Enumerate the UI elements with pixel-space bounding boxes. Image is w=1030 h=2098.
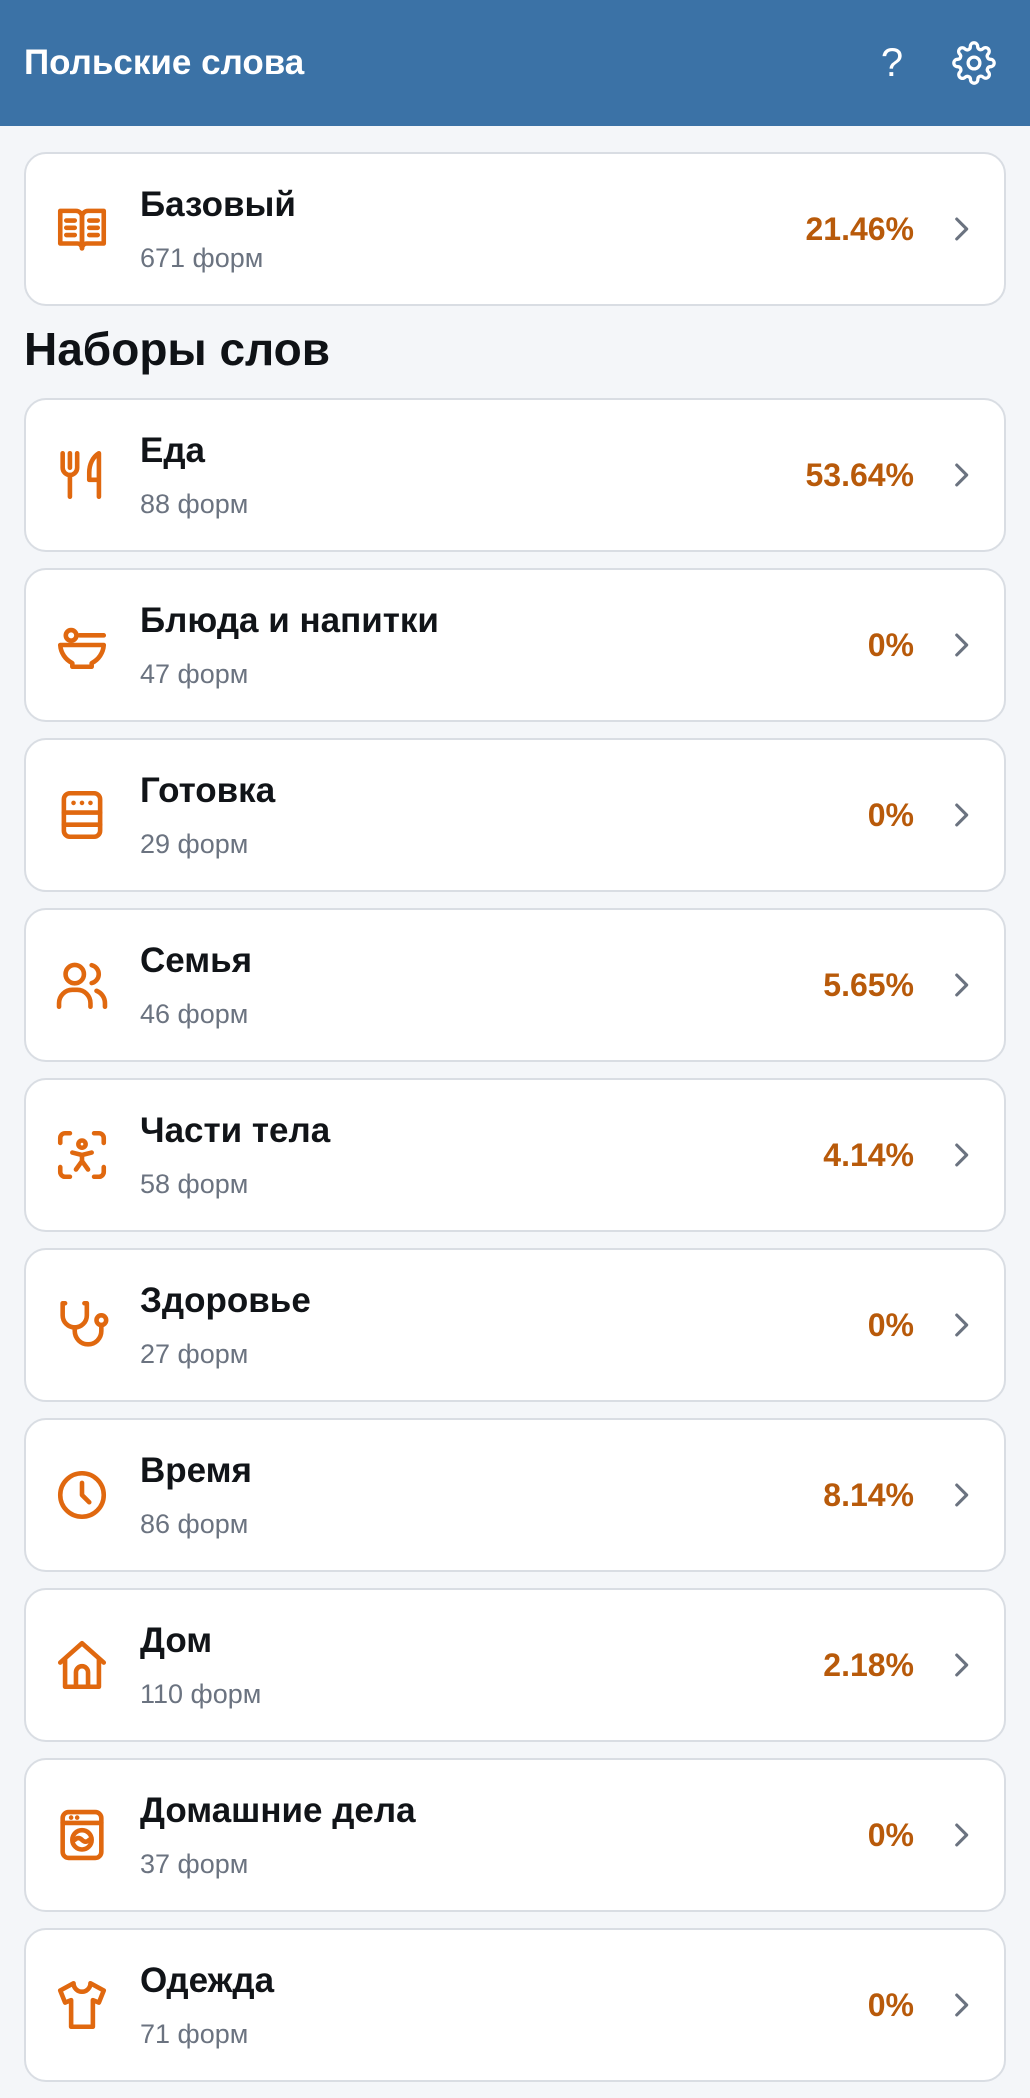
word-set-percent: 53.64% [805,456,914,493]
word-set-card[interactable]: Дом 110 форм 2.18% [24,1588,1006,1742]
word-set-card[interactable]: Одежда 71 форм 0% [24,1928,1006,2082]
word-set-percent: 0% [867,626,914,663]
word-set-forms: 37 форм [140,1849,249,1880]
word-set-card[interactable]: Домашние дела 37 форм 0% [24,1758,1006,1912]
chevron-right-icon [955,217,969,241]
washing-machine-icon [52,1805,112,1865]
chevron-right-icon [955,1483,969,1507]
chevron-right-icon [955,463,969,487]
word-set-name: Части тела [140,1111,331,1151]
word-set-card-base[interactable]: Базовый 671 форм 21.46% [24,152,1006,306]
word-set-name: Еда [140,431,206,471]
chevron-right-icon [955,1823,969,1847]
word-set-name: Базовый [140,185,296,225]
chevron-right-icon [955,973,969,997]
word-set-card[interactable]: Время 86 форм 8.14% [24,1418,1006,1572]
shirt-icon [52,1975,112,2035]
word-set-card[interactable]: Готовка 29 форм 0% [24,738,1006,892]
word-set-name: Домашние дела [140,1791,416,1831]
word-set-name: Семья [140,941,253,981]
word-set-forms: 29 форм [140,829,249,860]
section-title: Наборы слов [24,323,331,375]
help-icon: ? [880,41,904,85]
word-set-forms: 88 форм [140,489,249,520]
word-set-card[interactable]: Части тела 58 форм 4.14% [24,1078,1006,1232]
word-set-forms: 47 форм [140,659,249,690]
chevron-right-icon [955,1313,969,1337]
word-set-percent: 4.14% [823,1136,914,1173]
help-button[interactable]: ? [860,31,924,95]
word-set-percent: 21.46% [805,210,914,247]
word-set-percent: 8.14% [823,1476,914,1513]
cutlery-icon [52,445,112,505]
word-set-percent: 5.65% [823,966,914,1003]
word-set-name: Готовка [140,771,276,811]
word-set-forms: 71 форм [140,2019,249,2050]
word-set-forms: 86 форм [140,1509,249,1540]
word-set-card[interactable]: Блюда и напитки 47 форм 0% [24,568,1006,722]
clock-icon [52,1465,112,1525]
word-set-card[interactable]: Семья 46 форм 5.65% [24,908,1006,1062]
app-title: Польские слова [24,43,305,82]
stethoscope-icon [52,1295,112,1355]
word-set-forms: 27 форм [140,1339,249,1370]
word-set-forms: 671 форм [140,243,264,274]
word-set-name: Дом [140,1621,213,1661]
chevron-right-icon [955,1143,969,1167]
people-icon [52,955,112,1015]
word-set-percent: 2.18% [823,1646,914,1683]
house-icon [52,1635,112,1695]
bowl-icon [52,615,112,675]
word-set-name: Время [140,1451,252,1491]
word-set-forms: 110 форм [140,1679,262,1710]
word-set-percent: 0% [867,1986,914,2023]
word-set-forms: 46 форм [140,999,249,1030]
main-content: Базовый 671 форм 21.46% Наборы слов Еда … [24,152,1006,2098]
word-set-card[interactable]: Еда 88 форм 53.64% [24,398,1006,552]
chevron-right-icon [955,633,969,657]
app-header: Польские слова ? [0,0,1030,126]
word-set-percent: 0% [867,1816,914,1853]
word-set-name: Блюда и напитки [140,601,439,641]
gear-icon [952,41,996,85]
word-set-card[interactable]: Здоровье 27 форм 0% [24,1248,1006,1402]
word-set-percent: 0% [867,796,914,833]
chevron-right-icon [955,803,969,827]
chevron-right-icon [955,1993,969,2017]
settings-button[interactable] [942,31,1006,95]
word-set-name: Здоровье [140,1281,311,1321]
word-set-name: Одежда [140,1961,275,2001]
stove-icon [52,785,112,845]
open-book-icon [52,199,112,259]
chevron-right-icon [955,1653,969,1677]
word-set-forms: 58 форм [140,1169,249,1200]
body-scan-icon [52,1125,112,1185]
word-set-percent: 0% [867,1306,914,1343]
